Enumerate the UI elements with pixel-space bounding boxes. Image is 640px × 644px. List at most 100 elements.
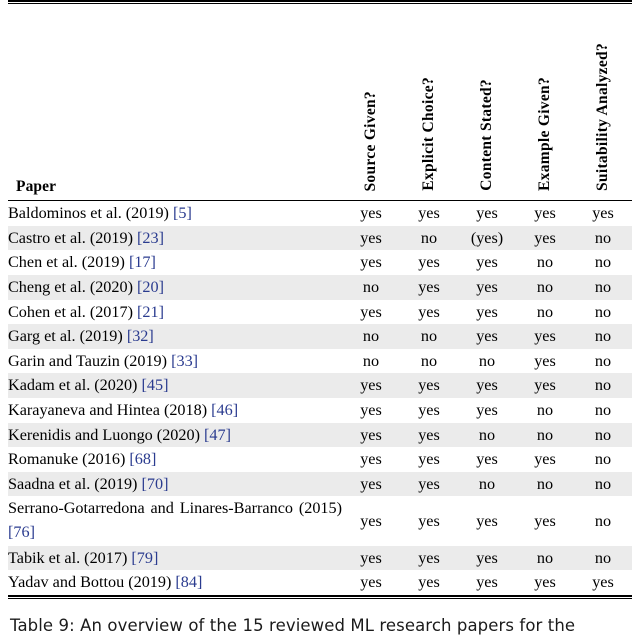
table-row: Romanuke (2016) [68] yes yes yes yes no: [8, 447, 632, 472]
cell-content-stated: yes: [476, 511, 498, 530]
table-row: Saadna et al. (2019) [70] yes yes no no no: [8, 471, 632, 497]
cell-explicit-choice: yes: [418, 253, 440, 272]
cell-example-given: yes: [534, 351, 556, 370]
cell-source-given: yes: [360, 511, 382, 530]
cell-explicit-choice: yes: [400, 422, 458, 448]
paper-author-year: Cheng et al. (2020): [8, 277, 138, 296]
table-row: Cheng et al. (2020) [20] no yes yes no no: [8, 274, 632, 300]
paper-author-year: Castro et al. (2019): [8, 228, 138, 247]
table-row: Tabik et al. (2017) [79] yes yes yes no no: [8, 545, 632, 571]
header-cell-source-given: Source Given?: [342, 4, 400, 200]
citation-link[interactable]: [20]: [137, 278, 164, 296]
column-header-explicit-choice: Explicit Choice?: [420, 77, 437, 192]
cell-example-given: no: [536, 400, 554, 419]
header-cell-explicit-choice: Explicit Choice?: [400, 4, 458, 200]
cell-source-given: yes: [342, 422, 400, 448]
cell-example-given: no: [516, 471, 574, 497]
cell-content-stated: yes: [476, 450, 498, 469]
cell-suitability-analyzed: no: [574, 324, 632, 349]
paper-author-year: Serrano-Gotarredona and Linares-Barranco…: [8, 499, 342, 518]
citation-link[interactable]: [46]: [211, 401, 238, 419]
citation-link[interactable]: [45]: [142, 376, 169, 394]
cell-paper-reference: Cohen et al. (2017) [21]: [8, 300, 342, 325]
cell-explicit-choice: yes: [418, 400, 440, 419]
citation-link[interactable]: [5]: [173, 204, 192, 222]
cell-example-given: no: [516, 545, 574, 571]
cell-explicit-choice: yes: [400, 373, 458, 398]
cell-paper-reference: Castro et al. (2019) [23]: [8, 225, 342, 251]
cell-example-given: yes: [516, 373, 574, 398]
cell-content-stated: yes: [458, 545, 516, 571]
cell-suitability-analyzed: no: [574, 422, 632, 448]
citation-link[interactable]: [47]: [204, 426, 231, 444]
cell-explicit-choice: yes: [400, 545, 458, 571]
cell-paper-reference: Saadna et al. (2019) [70]: [8, 471, 342, 497]
cell-paper-reference: Karayaneva and Hintea (2018) [46]: [8, 398, 342, 423]
table-row: Castro et al. (2019) [23] yes no (yes) yes no: [8, 225, 632, 251]
cell-suitability-analyzed: no: [594, 400, 612, 419]
cell-example-given: no: [536, 302, 554, 321]
table-row: Kerenidis and Luongo (2020) [47] yes yes no…: [8, 422, 632, 448]
table-row: Yadav and Bottou (2019) [84] yes yes yes yes…: [8, 570, 632, 595]
citation-link[interactable]: [17]: [129, 253, 156, 271]
cell-suitability-analyzed: no: [594, 450, 612, 469]
cell-paper-reference: Kadam et al. (2020) [45]: [8, 373, 342, 398]
cell-suitability-analyzed: no: [594, 253, 612, 272]
cell-paper-reference: Garin and Tauzin (2019) [33]: [8, 349, 342, 374]
table-row: Chen et al. (2019) [17] yes yes yes no no: [8, 250, 632, 275]
table-row: Baldominos et al. (2019) [5] yes yes yes yes…: [8, 201, 632, 226]
cell-explicit-choice: yes: [418, 302, 440, 321]
cell-example-given: no: [516, 274, 574, 300]
cell-source-given: yes: [360, 302, 382, 321]
cell-paper-reference: Yadav and Bottou (2019) [84]: [8, 570, 342, 595]
cell-example-given: no: [516, 422, 574, 448]
cell-content-stated: yes: [476, 400, 498, 419]
paper-author-year: Kerenidis and Luongo (2020): [8, 425, 205, 444]
cell-suitability-analyzed: no: [574, 274, 632, 300]
cell-source-given: no: [362, 351, 380, 370]
cell-paper-reference: Chen et al. (2019) [17]: [8, 250, 342, 275]
cell-source-given: yes: [360, 204, 382, 223]
cell-content-stated: yes: [476, 253, 498, 272]
cell-example-given: yes: [516, 225, 574, 251]
paper-author-year: Saadna et al. (2019): [8, 474, 142, 493]
cell-content-stated: yes: [458, 373, 516, 398]
citation-link[interactable]: [79]: [131, 549, 158, 567]
citation-link[interactable]: [33]: [171, 352, 198, 370]
table-row: Cohen et al. (2017) [21] yes yes yes no no: [8, 300, 632, 325]
citation-link[interactable]: [84]: [175, 573, 202, 591]
cell-explicit-choice: yes: [418, 573, 440, 592]
citation-link[interactable]: [23]: [137, 229, 164, 247]
citation-link[interactable]: [32]: [127, 327, 154, 345]
cell-paper-reference: Cheng et al. (2020) [20]: [8, 274, 342, 300]
cell-source-given: yes: [342, 471, 400, 497]
cell-source-given: yes: [342, 373, 400, 398]
paper-author-year: Karayaneva and Hintea (2018): [8, 400, 212, 419]
cell-content-stated: yes: [476, 204, 498, 223]
cell-example-given: yes: [534, 450, 556, 469]
cell-content-stated: no: [458, 471, 516, 497]
cell-explicit-choice: yes: [400, 274, 458, 300]
cell-example-given: no: [536, 253, 554, 272]
table-row: Kadam et al. (2020) [45] yes yes yes yes no: [8, 373, 632, 398]
paper-author-year: Romanuke (2016): [8, 450, 130, 469]
citation-link[interactable]: [21]: [137, 303, 164, 321]
table-bottom-rule: [8, 594, 632, 599]
paper-author-year: Kadam et al. (2020): [8, 376, 142, 395]
citation-link[interactable]: [70]: [142, 475, 169, 493]
cell-content-stated: yes: [458, 324, 516, 349]
header-cell-example-given: Example Given?: [516, 4, 574, 200]
cell-explicit-choice: no: [400, 324, 458, 349]
citation-link[interactable]: [76]: [8, 523, 35, 541]
cell-content-stated: no: [478, 351, 496, 370]
cell-explicit-choice: yes: [418, 511, 440, 530]
citation-link[interactable]: [68]: [129, 450, 156, 468]
cell-suitability-analyzed: no: [574, 373, 632, 398]
cell-source-given: yes: [342, 545, 400, 571]
cell-example-given: yes: [516, 324, 574, 349]
table-figure-page: Paper Source Given? Explicit Choice? Con…: [0, 0, 640, 644]
cell-source-given: yes: [342, 225, 400, 251]
cell-content-stated: yes: [476, 302, 498, 321]
header-cell-paper: Paper: [8, 4, 342, 200]
paper-author-year: Garg et al. (2019): [8, 327, 127, 346]
